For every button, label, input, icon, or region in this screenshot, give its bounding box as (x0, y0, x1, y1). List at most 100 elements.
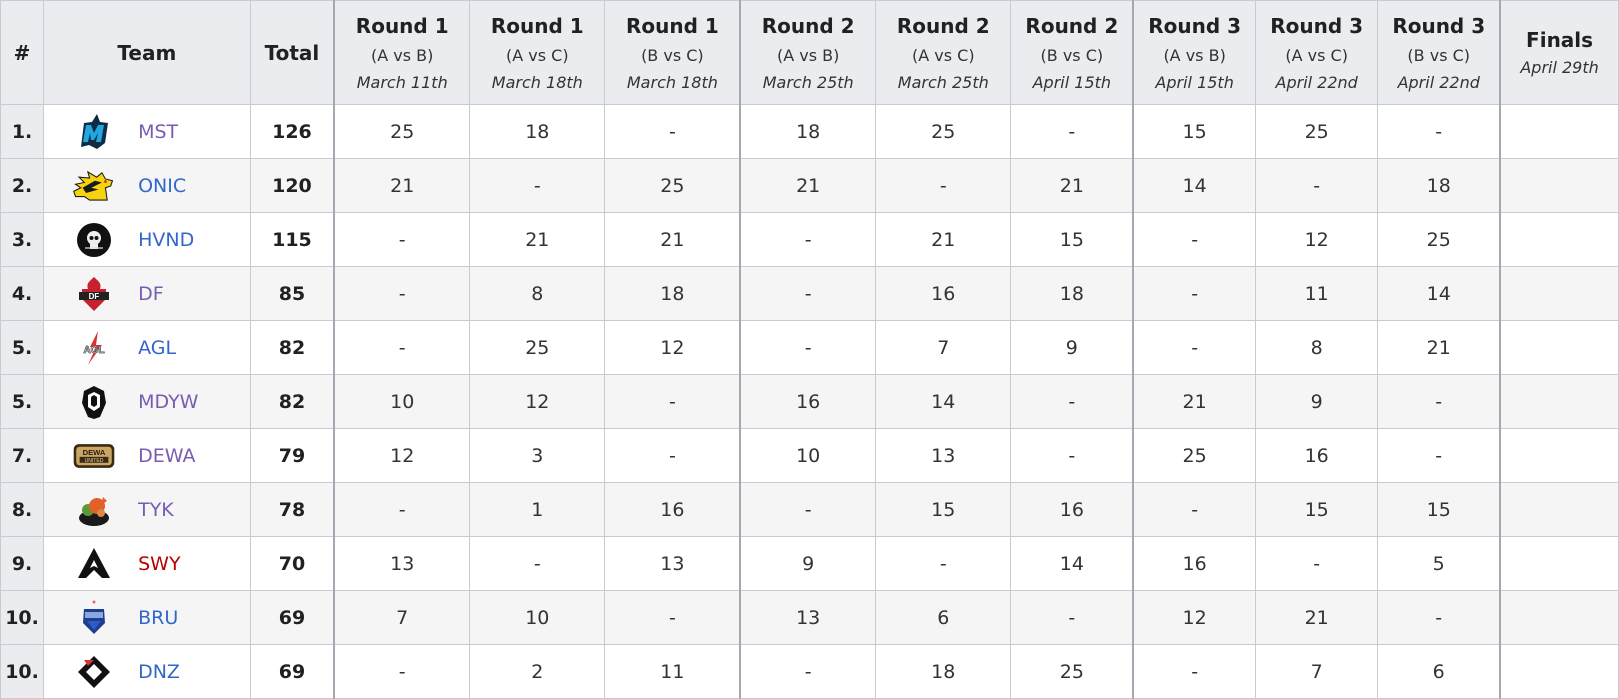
finals-cell (1499, 212, 1619, 267)
score-cell: - (469, 158, 606, 213)
header-match: (A vs C) (506, 45, 569, 65)
finals-cell (1499, 158, 1619, 213)
swy-logo-icon[interactable] (72, 544, 116, 584)
team-link[interactable]: DEWA (138, 445, 195, 467)
svg-text:DEWA: DEWA (83, 448, 106, 457)
score-cell: 21 (875, 212, 1012, 267)
header-round-6: Round 2 (B vs C) April 15th (1010, 0, 1135, 105)
header-round-title: Round 3 (1270, 13, 1364, 38)
team-cell: SWY (43, 536, 251, 591)
score-cell: - (1010, 374, 1135, 429)
total-cell: 69 (249, 644, 336, 699)
mst-logo-icon[interactable] (72, 112, 116, 152)
score-cell: - (604, 374, 742, 429)
score-cell: 18 (739, 104, 877, 159)
header-match: (B vs C) (1407, 45, 1471, 65)
score-cell: - (333, 644, 471, 699)
score-cell: 3 (469, 428, 606, 483)
rank-cell: 10. (0, 644, 45, 699)
header-date: March 18th (491, 72, 583, 92)
team-wrapper: DEWA UNITED DEWA (44, 429, 250, 482)
score-cell: 21 (1377, 320, 1502, 375)
hvnd-logo-icon[interactable] (72, 220, 116, 260)
score-cell: 18 (1377, 158, 1502, 213)
score-cell: - (875, 536, 1012, 591)
total-cell: 70 (249, 536, 336, 591)
score-cell: 21 (604, 212, 742, 267)
score-cell: - (469, 536, 606, 591)
bru-logo-icon[interactable] (72, 598, 116, 638)
dewa-logo-icon[interactable]: DEWA UNITED (72, 436, 116, 476)
score-cell: 16 (1010, 482, 1135, 537)
table-row: 8. TYK 78-1 16-15 16-15 15 (0, 482, 1619, 537)
score-cell: - (739, 644, 877, 699)
score-cell: 15 (1132, 104, 1257, 159)
header-date: April 22nd (1275, 72, 1358, 92)
finals-cell (1499, 320, 1619, 375)
score-cell: 14 (1132, 158, 1257, 213)
agl-logo-icon[interactable]: AGL (72, 328, 116, 368)
team-link[interactable]: MST (138, 121, 178, 143)
team-link[interactable]: DNZ (138, 661, 180, 683)
score-cell: - (1132, 482, 1257, 537)
df-logo-icon[interactable]: DF (72, 274, 116, 314)
team-link[interactable]: DF (138, 283, 164, 305)
score-cell: - (1132, 644, 1257, 699)
score-cell: 12 (1255, 212, 1379, 267)
onic-logo-icon[interactable] (72, 166, 116, 206)
header-round-title: Round 2 (761, 13, 855, 38)
score-cell: - (1132, 266, 1257, 321)
score-cell: 15 (1377, 482, 1502, 537)
score-cell: - (333, 320, 471, 375)
header-match: (A vs C) (911, 45, 975, 65)
score-cell: - (875, 158, 1012, 213)
header-round-9: Round 3 (B vs C) April 22nd (1377, 0, 1502, 105)
score-cell: 16 (1255, 428, 1379, 483)
team-link[interactable]: HVND (138, 229, 194, 251)
score-cell: 25 (333, 104, 471, 159)
score-cell: - (1255, 158, 1379, 213)
score-cell: 10 (333, 374, 471, 429)
team-link[interactable]: SWY (138, 553, 180, 575)
header-round-8: Round 3 (A vs C) April 22nd (1255, 0, 1379, 105)
svg-text:DF: DF (89, 292, 100, 301)
standings-body: 1. MST 126 25 18-18 25-15 25-2. ONIC 120 21-25 21-… (0, 104, 1619, 699)
total-cell: 120 (249, 158, 336, 213)
header-match: (A vs B) (777, 45, 840, 65)
team-link[interactable]: MDYW (138, 391, 198, 413)
rank-cell: 10. (0, 590, 45, 645)
score-cell: 18 (604, 266, 742, 321)
score-cell: 6 (875, 590, 1012, 645)
header-match: (B vs C) (641, 45, 704, 65)
header-round-5: Round 2 (A vs C) March 25th (875, 0, 1012, 105)
team-wrapper: DF DF (44, 267, 250, 320)
total-cell: 69 (249, 590, 336, 645)
mdyw-logo-icon[interactable] (72, 382, 116, 422)
team-link[interactable]: ONIC (138, 175, 186, 197)
team-wrapper: ONIC (44, 159, 250, 212)
team-link[interactable]: TYK (138, 499, 174, 521)
team-link[interactable]: AGL (138, 337, 176, 359)
table-row: 4. DF DF 85-8 18-16 18-11 14 (0, 266, 1619, 321)
score-cell: 7 (875, 320, 1012, 375)
team-wrapper: AGL AGL (44, 321, 250, 374)
score-cell: 15 (1010, 212, 1135, 267)
score-cell: 25 (1010, 644, 1135, 699)
finals-cell (1499, 482, 1619, 537)
score-cell: 16 (875, 266, 1012, 321)
team-cell: HVND (43, 212, 251, 267)
score-cell: 16 (1132, 536, 1257, 591)
score-cell: - (1377, 104, 1502, 159)
table-row: 1. MST 126 25 18-18 25-15 25- (0, 104, 1619, 159)
tyk-logo-icon[interactable] (72, 490, 116, 530)
score-cell: - (604, 104, 742, 159)
header-round-1: Round 1 (A vs B) March 11th (333, 0, 471, 105)
header-round-7: Round 3 (A vs B) April 15th (1132, 0, 1257, 105)
header-date: April 29th (1520, 58, 1599, 77)
total-cell: 78 (249, 482, 336, 537)
header-date: March 25th (762, 72, 854, 92)
score-cell: 11 (604, 644, 742, 699)
team-link[interactable]: BRU (138, 607, 178, 629)
finals-cell (1499, 428, 1619, 483)
dnz-logo-icon[interactable] (72, 652, 116, 692)
